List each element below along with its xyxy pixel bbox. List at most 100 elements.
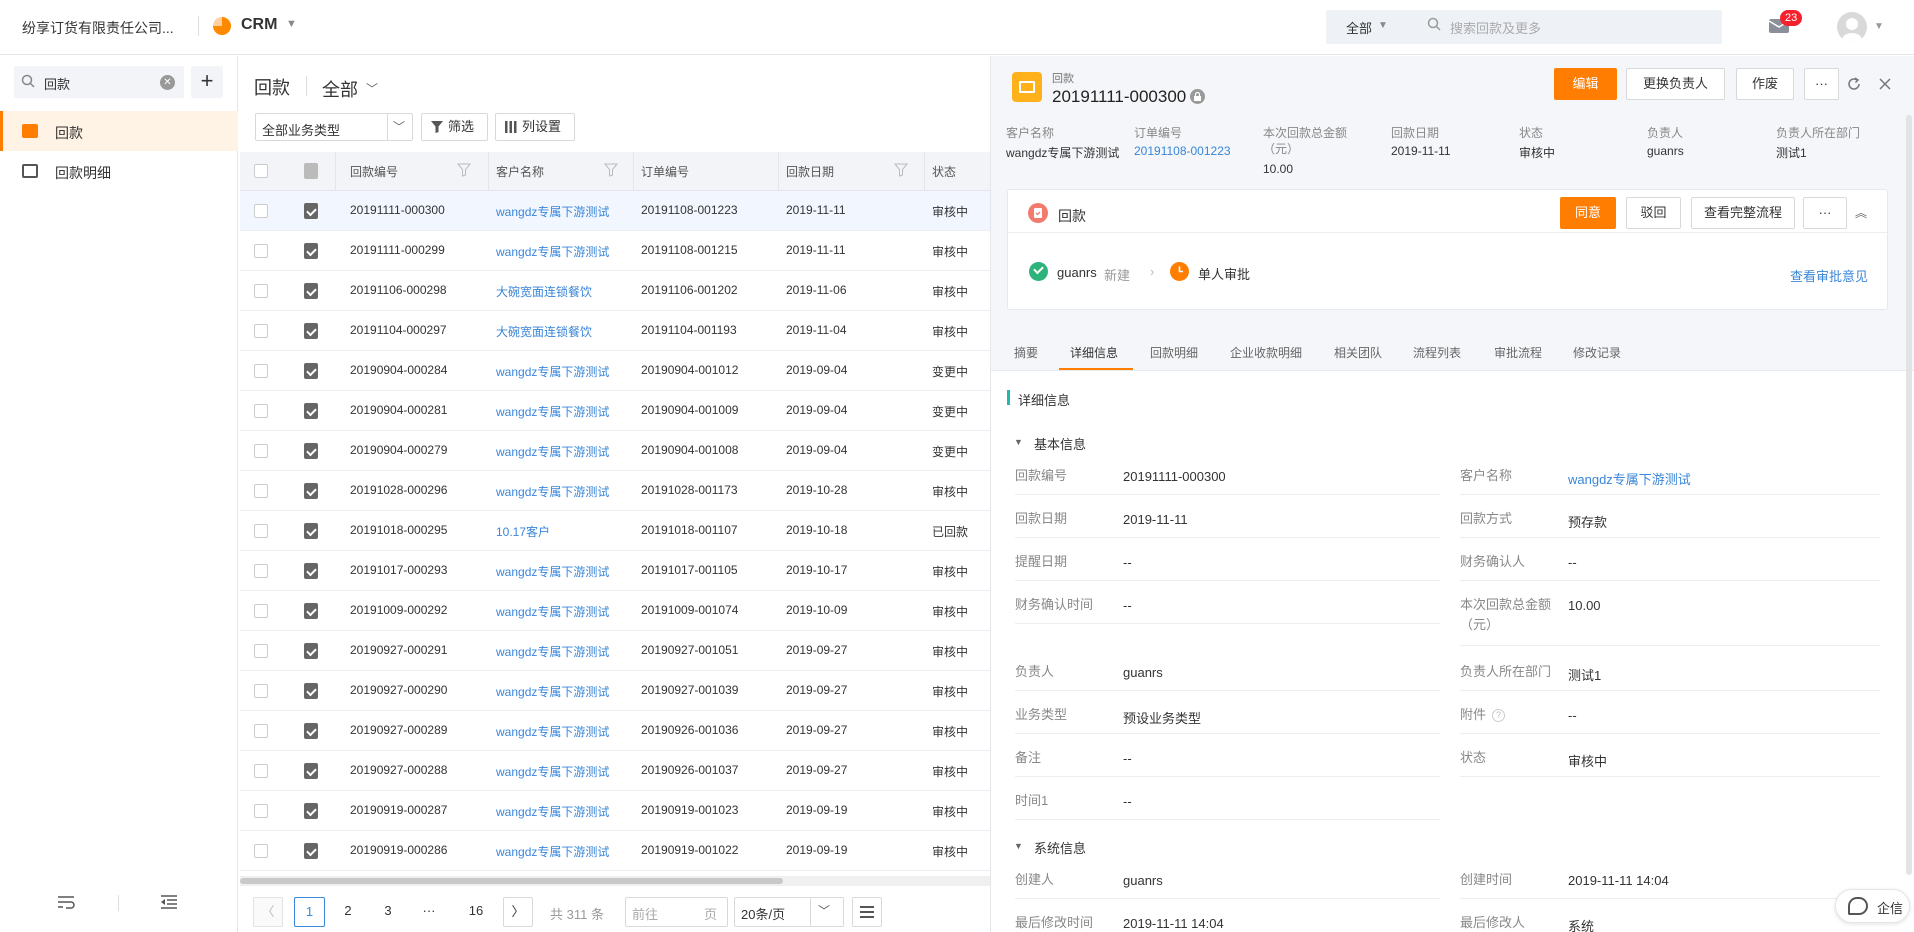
table-row[interactable]: 20191018-000295 10.17客户 20191018-001107 201… bbox=[240, 511, 990, 551]
table-row[interactable]: 20191104-000297 大碗宽面连锁餐饮 20191104-001193 20… bbox=[240, 311, 990, 351]
cell-code[interactable]: 20191111-000299 bbox=[350, 243, 445, 257]
row-checkbox[interactable] bbox=[254, 244, 268, 258]
tab-team[interactable]: 相关团队 bbox=[1334, 344, 1382, 361]
cell-customer-link[interactable]: wangdz专属下游测试 bbox=[496, 603, 609, 620]
page-button-current[interactable]: 1 bbox=[294, 897, 325, 927]
page-button[interactable]: 16 bbox=[461, 897, 491, 927]
cell-customer-link[interactable]: wangdz专属下游测试 bbox=[496, 643, 609, 660]
edit-button[interactable]: 编辑 bbox=[1554, 68, 1617, 100]
cell-code[interactable]: 20191009-000292 bbox=[350, 603, 447, 617]
cell-customer-link[interactable]: wangdz专属下游测试 bbox=[496, 683, 609, 700]
summary-value-order[interactable]: 20191108-001223 bbox=[1134, 144, 1231, 158]
sidebar-search-input[interactable]: 回款 bbox=[44, 74, 70, 93]
column-header-code[interactable]: 回款编号 bbox=[350, 163, 398, 180]
change-owner-button[interactable]: 更换负责人 bbox=[1626, 68, 1725, 100]
global-search-input[interactable]: 搜索回款及更多 bbox=[1450, 18, 1541, 37]
approval-more-button[interactable]: ··· bbox=[1803, 197, 1847, 229]
cell-customer-link[interactable]: wangdz专属下游测试 bbox=[496, 203, 609, 220]
cell-customer-link[interactable]: wangdz专属下游测试 bbox=[496, 803, 609, 820]
tab-enterprise-receipts[interactable]: 企业收款明细 bbox=[1230, 344, 1302, 361]
cell-code[interactable]: 20191104-000297 bbox=[350, 323, 447, 337]
cell-code[interactable]: 20191018-000295 bbox=[350, 523, 447, 537]
tab-summary[interactable]: 摘要 bbox=[1014, 344, 1038, 361]
view-opinion-link[interactable]: 查看审批意见 bbox=[1790, 266, 1868, 285]
cell-code[interactable]: 20190919-000286 bbox=[350, 843, 447, 857]
cell-customer-link[interactable]: wangdz专属下游测试 bbox=[496, 763, 609, 780]
filter-icon[interactable] bbox=[457, 163, 471, 177]
field-value-link[interactable]: wangdz专属下游测试 bbox=[1568, 469, 1691, 488]
vertical-scrollbar[interactable] bbox=[1906, 115, 1912, 875]
group-basic-info[interactable]: 基本信息 bbox=[1034, 434, 1086, 453]
table-row[interactable]: 20191106-000298 大碗宽面连锁餐饮 20191106-001202 20… bbox=[240, 271, 990, 311]
table-row[interactable]: 20191028-000296 wangdz专属下游测试 20191028-0011… bbox=[240, 471, 990, 511]
wrap-text-icon[interactable] bbox=[57, 894, 75, 910]
filter-icon[interactable] bbox=[604, 163, 618, 177]
cell-customer-link[interactable]: wangdz专属下游测试 bbox=[496, 243, 609, 260]
table-row[interactable]: 20190919-000287 wangdz专属下游测试 20190919-0010… bbox=[240, 791, 990, 831]
table-row[interactable]: 20190927-000289 wangdz专属下游测试 20190926-0010… bbox=[240, 711, 990, 751]
table-row[interactable]: 20191017-000293 wangdz专属下游测试 20191017-0011… bbox=[240, 551, 990, 591]
cell-customer-link[interactable]: wangdz专属下游测试 bbox=[496, 723, 609, 740]
row-checkbox[interactable] bbox=[254, 764, 268, 778]
cell-customer-link[interactable]: 10.17客户 bbox=[496, 523, 550, 540]
chevron-down-icon[interactable]: ﹀ bbox=[366, 80, 378, 97]
row-checkbox[interactable] bbox=[254, 604, 268, 618]
view-select[interactable]: 全部 bbox=[322, 76, 358, 102]
row-checkbox[interactable] bbox=[254, 324, 268, 338]
clear-icon[interactable]: ✕ bbox=[160, 75, 175, 90]
table-row[interactable]: 20190904-000281 wangdz专属下游测试 20190904-0010… bbox=[240, 391, 990, 431]
cell-code[interactable]: 20190927-000290 bbox=[350, 683, 447, 697]
table-row[interactable]: 20191009-000292 wangdz专属下游测试 20191009-0010… bbox=[240, 591, 990, 631]
table-row[interactable]: 20191111-000299 wangdz专属下游测试 20191108-0012… bbox=[240, 231, 990, 271]
column-header-date[interactable]: 回款日期 bbox=[786, 163, 834, 180]
row-checkbox[interactable] bbox=[254, 364, 268, 378]
tab-details[interactable]: 详细信息 bbox=[1070, 344, 1118, 361]
table-row[interactable]: 20191111-000300 wangdz专属下游测试 20191108-0012… bbox=[240, 191, 990, 231]
cell-customer-link[interactable]: wangdz专属下游测试 bbox=[496, 363, 609, 380]
row-checkbox[interactable] bbox=[254, 404, 268, 418]
chevron-down-icon[interactable]: ▼ bbox=[1874, 21, 1884, 32]
page-button[interactable]: 2 bbox=[333, 897, 363, 927]
column-header-status[interactable]: 状态 bbox=[932, 163, 956, 180]
cell-customer-link[interactable]: 大碗宽面连锁餐饮 bbox=[496, 323, 592, 340]
search-scope-select[interactable]: 全部 bbox=[1346, 18, 1372, 37]
scrollbar-thumb[interactable] bbox=[240, 878, 783, 884]
cell-code[interactable]: 20190919-000287 bbox=[350, 803, 447, 817]
page-button[interactable]: 3 bbox=[373, 897, 403, 927]
row-checkbox[interactable] bbox=[254, 204, 268, 218]
tab-payment-detail[interactable]: 回款明细 bbox=[1150, 344, 1198, 361]
next-page-button[interactable]: 〉 bbox=[503, 897, 533, 927]
row-checkbox[interactable] bbox=[254, 564, 268, 578]
group-system-info[interactable]: 系统信息 bbox=[1034, 838, 1086, 857]
row-checkbox[interactable] bbox=[254, 644, 268, 658]
refresh-icon[interactable] bbox=[1846, 76, 1862, 92]
cell-code[interactable]: 20190904-000281 bbox=[350, 403, 447, 417]
row-checkbox[interactable] bbox=[254, 524, 268, 538]
chevron-down-icon[interactable]: ▼ bbox=[1378, 20, 1388, 31]
cell-customer-link[interactable]: wangdz专属下游测试 bbox=[496, 403, 609, 420]
row-density-button[interactable] bbox=[852, 897, 882, 927]
filter-button[interactable]: 筛选 bbox=[421, 113, 488, 141]
table-row[interactable]: 20190927-000288 wangdz专属下游测试 20190926-0010… bbox=[240, 751, 990, 791]
caret-down-icon[interactable]: ▼ bbox=[1014, 841, 1023, 851]
row-checkbox[interactable] bbox=[254, 724, 268, 738]
row-checkbox[interactable] bbox=[254, 444, 268, 458]
tab-approval-flow[interactable]: 审批流程 bbox=[1494, 344, 1542, 361]
view-full-flow-button[interactable]: 查看完整流程 bbox=[1691, 197, 1795, 229]
reject-button[interactable]: 驳回 bbox=[1626, 197, 1681, 229]
more-button[interactable]: ··· bbox=[1804, 68, 1839, 100]
cell-code[interactable]: 20190927-000289 bbox=[350, 723, 447, 737]
avatar[interactable] bbox=[1837, 12, 1867, 42]
cell-customer-link[interactable]: 大碗宽面连锁餐饮 bbox=[496, 283, 592, 300]
column-header-order[interactable]: 订单编号 bbox=[641, 163, 689, 180]
caret-down-icon[interactable]: ▼ bbox=[1014, 437, 1023, 447]
column-settings-button[interactable]: 列设置 bbox=[495, 113, 575, 141]
cell-code[interactable]: 20191017-000293 bbox=[350, 563, 447, 577]
row-checkbox[interactable] bbox=[254, 684, 268, 698]
filter-icon[interactable] bbox=[894, 163, 908, 177]
help-icon[interactable]: ? bbox=[1492, 709, 1505, 722]
table-row[interactable]: 20190919-000286 wangdz专属下游测试 20190919-0010… bbox=[240, 831, 990, 871]
sidebar-item-payment-detail[interactable]: 回款明细 bbox=[0, 151, 238, 191]
cell-customer-link[interactable]: wangdz专属下游测试 bbox=[496, 563, 609, 580]
page-ellipsis[interactable]: ··· bbox=[414, 897, 444, 927]
